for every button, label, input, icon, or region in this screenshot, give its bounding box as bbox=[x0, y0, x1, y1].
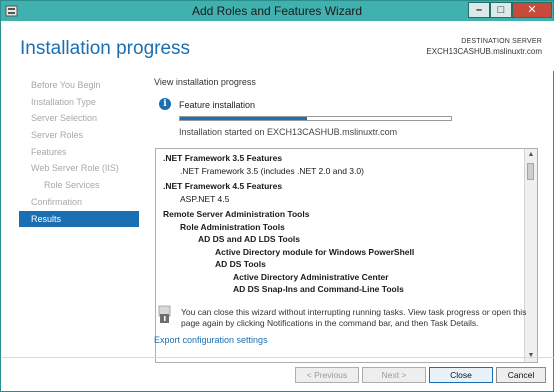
installation-progress-bar bbox=[179, 116, 452, 121]
list-item: AD DS and AD LDS Tools bbox=[198, 234, 300, 244]
page-title: Installation progress bbox=[20, 38, 191, 59]
wizard-header: Installation progress DESTINATION SERVER… bbox=[2, 21, 554, 71]
list-item: Remote Server Administration Tools bbox=[163, 209, 310, 219]
nav-item-results[interactable]: Results bbox=[19, 210, 139, 228]
info-icon: i bbox=[159, 98, 171, 110]
scroll-up-icon[interactable]: ▲ bbox=[527, 150, 535, 160]
list-item: Role Administration Tools bbox=[180, 221, 285, 232]
list-item: Active Directory module for Windows Powe… bbox=[215, 246, 415, 257]
list-item: AD DS Snap-Ins and Command-Line Tools bbox=[233, 284, 404, 294]
close-button[interactable]: Close bbox=[429, 367, 493, 383]
nav-item-server-roles[interactable]: Server Roles bbox=[19, 127, 139, 144]
minimize-button[interactable]: – bbox=[468, 2, 490, 18]
results-list-box[interactable]: .NET Framework 3.5 Features .NET Framewo… bbox=[155, 148, 538, 363]
nav-item-installation-type[interactable]: Installation Type bbox=[19, 94, 139, 111]
title-bar[interactable]: Add Roles and Features Wizard – □ ✕ bbox=[1, 1, 553, 21]
maximize-button[interactable]: □ bbox=[490, 2, 512, 18]
nav-item-confirmation[interactable]: Confirmation bbox=[19, 194, 139, 211]
progress-fill bbox=[180, 117, 308, 120]
previous-button[interactable]: < Previous bbox=[295, 367, 359, 383]
progress-status-text: Installation started on EXCH13CASHUB.msl… bbox=[179, 127, 398, 137]
feature-installation-label: Feature installation bbox=[179, 100, 256, 110]
notification-flag-icon bbox=[158, 305, 171, 323]
footer-divider bbox=[2, 357, 554, 358]
nav-item-server-selection[interactable]: Server Selection bbox=[19, 110, 139, 127]
list-item: .NET Framework 4.5 Features bbox=[163, 181, 283, 191]
list-item: ASP.NET 4.5 bbox=[180, 193, 230, 204]
destination-server-name: EXCH13CASHUB.mslinuxtr.com bbox=[426, 47, 542, 56]
scroll-down-icon[interactable]: ▼ bbox=[527, 351, 535, 361]
next-button[interactable]: Next > bbox=[362, 367, 426, 383]
list-item: .NET Framework 3.5 (includes .NET 2.0 an… bbox=[180, 165, 364, 176]
close-window-button[interactable]: ✕ bbox=[512, 2, 552, 18]
results-list: .NET Framework 3.5 Features .NET Framewo… bbox=[163, 152, 518, 296]
nav-item-before-you-begin[interactable]: Before You Begin bbox=[19, 77, 139, 94]
scrollbar-thumb[interactable] bbox=[527, 163, 534, 180]
list-item: .NET Framework 3.5 Features bbox=[163, 153, 283, 163]
close-wizard-notice: You can close this wizard without interr… bbox=[181, 307, 527, 328]
cancel-button[interactable]: Cancel bbox=[496, 367, 546, 383]
nav-item-web-server-role[interactable]: Web Server Role (IIS) bbox=[19, 160, 139, 177]
destination-server-label: DESTINATION SERVER bbox=[461, 38, 542, 45]
list-item: AD DS Tools bbox=[215, 259, 266, 269]
nav-item-role-services[interactable]: Role Services bbox=[19, 177, 139, 194]
results-scrollbar[interactable]: ▲ ▼ bbox=[524, 149, 537, 362]
list-item: Active Directory Administrative Center bbox=[233, 271, 389, 282]
section-label: View installation progress bbox=[154, 77, 256, 87]
export-configuration-link[interactable]: Export configuration settings bbox=[154, 335, 268, 345]
wizard-window: Add Roles and Features Wizard – □ ✕ Inst… bbox=[0, 0, 554, 392]
nav-item-features[interactable]: Features bbox=[19, 144, 139, 161]
wizard-steps-nav: Before You Begin Installation Type Serve… bbox=[19, 77, 139, 228]
